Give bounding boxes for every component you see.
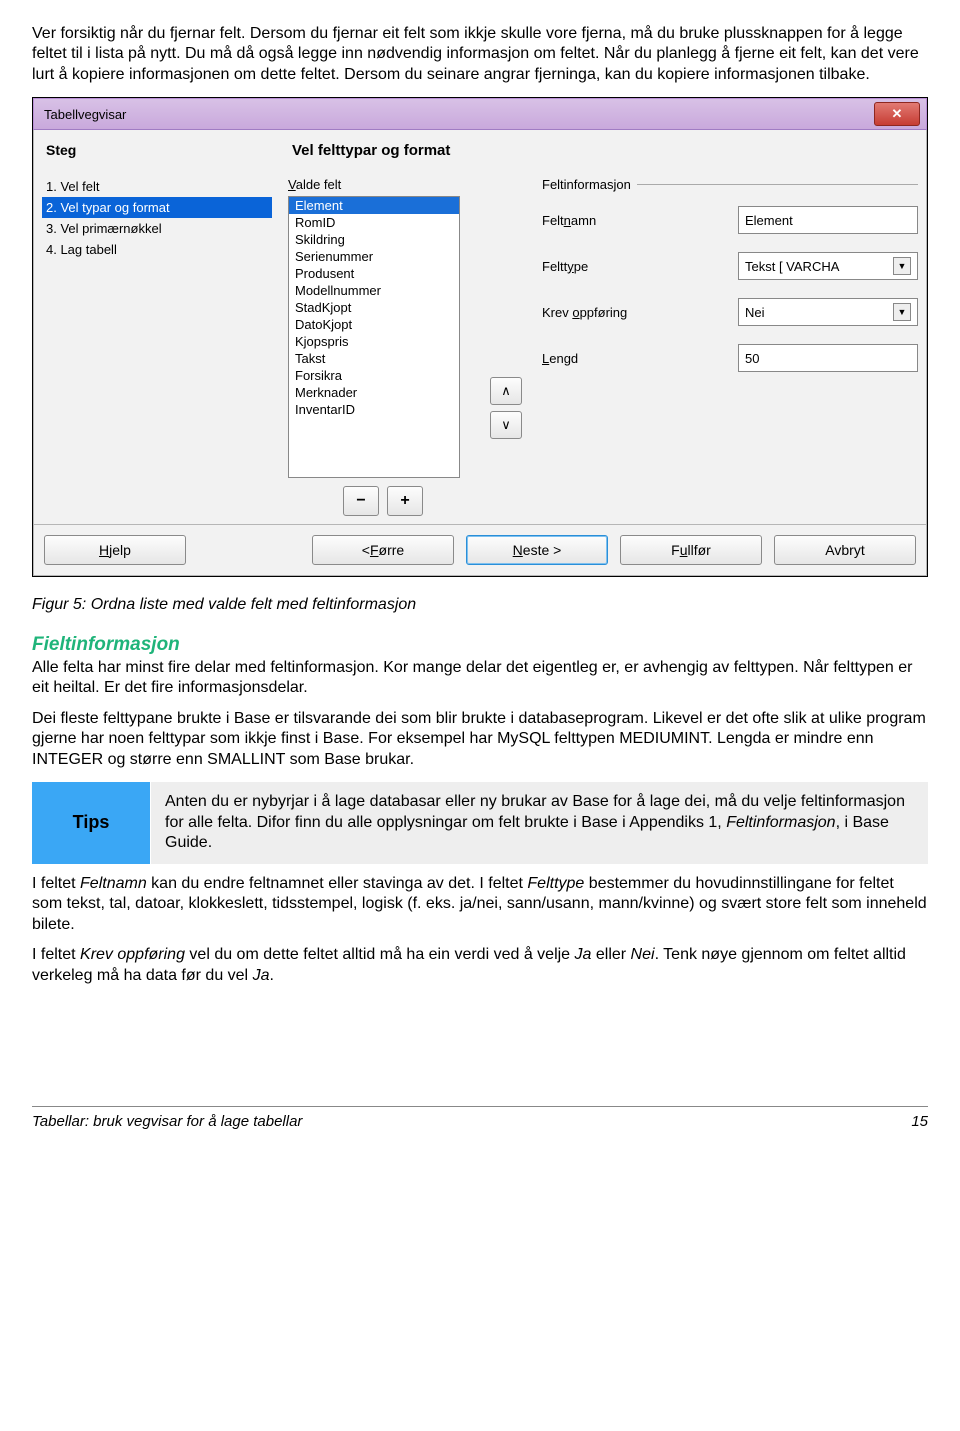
tips-label: Tips — [32, 782, 151, 863]
field-list[interactable]: Element RomID Skildring Serienummer Prod… — [288, 196, 460, 478]
field-item[interactable]: Takst — [289, 350, 459, 367]
feltnamn-label: Feltnamn — [542, 213, 722, 228]
body-paragraph: I feltet Feltnamn kan du endre feltnamne… — [32, 874, 928, 935]
remove-field-button[interactable]: − — [343, 486, 379, 516]
dialog-title: Tabellvegvisar — [44, 107, 126, 122]
chevron-down-icon: ∨ — [501, 417, 511, 433]
cancel-button[interactable]: Avbryt — [774, 535, 916, 565]
field-item[interactable]: Kjopspris — [289, 333, 459, 350]
step-1[interactable]: 1. Vel felt — [42, 176, 272, 197]
steps-panel: Steg 1. Vel felt 2. Vel typar og format … — [42, 136, 272, 516]
move-up-button[interactable]: ∧ — [490, 377, 522, 405]
dropdown-icon: ▼ — [893, 303, 911, 321]
dialog-body: Steg 1. Vel felt 2. Vel typar og format … — [33, 130, 927, 525]
field-item[interactable]: Modellnummer — [289, 282, 459, 299]
felttype-select[interactable]: Tekst [ VARCHA ▼ — [738, 252, 918, 280]
figure-caption: Figur 5: Ordna liste med valde felt med … — [32, 595, 928, 615]
dialog-titlebar: Tabellvegvisar ✕ — [33, 98, 927, 130]
move-down-button[interactable]: ∨ — [490, 411, 522, 439]
step-2[interactable]: 2. Vel typar og format — [42, 197, 272, 218]
add-field-button[interactable]: + — [387, 486, 423, 516]
field-item[interactable]: InventarID — [289, 401, 459, 418]
field-item[interactable]: Serienummer — [289, 248, 459, 265]
footer-title: Tabellar: bruk vegvisar for å lage tabel… — [32, 1113, 302, 1130]
krev-label: Krev oppføring — [542, 305, 722, 320]
lengd-input[interactable]: 50 — [738, 344, 918, 372]
field-item[interactable]: Element — [289, 197, 459, 214]
field-info-panel: Feltinformasjon Feltnamn Element Felttyp… — [542, 177, 918, 390]
krev-select[interactable]: Nei ▼ — [738, 298, 918, 326]
felttype-label: Felttype — [542, 259, 722, 274]
selected-fields-label: Valde felt — [288, 177, 478, 196]
intro-paragraph: Ver forsiktig når du fjernar felt. Derso… — [32, 24, 928, 85]
tips-body: Anten du er nybyrjar i å lage databasar … — [151, 782, 928, 863]
body-paragraph: Dei fleste felttypane brukte i Base er t… — [32, 709, 928, 770]
page-footer: Tabellar: bruk vegvisar for å lage tabel… — [32, 1106, 928, 1130]
steps-heading: Steg — [42, 136, 272, 176]
main-heading: Vel felttypar og format — [288, 136, 918, 177]
chevron-up-icon: ∧ — [501, 383, 511, 399]
close-button[interactable]: ✕ — [874, 102, 920, 126]
help-button[interactable]: Hjelp — [44, 535, 186, 565]
field-item[interactable]: Produsent — [289, 265, 459, 282]
field-item[interactable]: Skildring — [289, 231, 459, 248]
feltnamn-input[interactable]: Element — [738, 206, 918, 234]
field-item[interactable]: Merknader — [289, 384, 459, 401]
wizard-dialog: Tabellvegvisar ✕ Steg 1. Vel felt 2. Vel… — [32, 97, 928, 577]
finish-button[interactable]: Fullfør — [620, 535, 762, 565]
dialog-button-row: Hjelp < Førre Neste > Fullfør Avbryt — [33, 525, 927, 576]
step-4[interactable]: 4. Lag tabell — [42, 239, 272, 260]
field-item[interactable]: Forsikra — [289, 367, 459, 384]
close-icon: ✕ — [892, 106, 903, 122]
section-heading: Fieltinformasjon — [32, 634, 928, 656]
field-item[interactable]: DatoKjopt — [289, 316, 459, 333]
main-panel: Vel felttypar og format Valde felt Eleme… — [288, 136, 918, 516]
tips-box: Tips Anten du er nybyrjar i å lage datab… — [32, 782, 928, 863]
next-button[interactable]: Neste > — [466, 535, 608, 565]
page-number: 15 — [911, 1113, 928, 1130]
field-info-group-title: Feltinformasjon — [542, 177, 631, 192]
field-item[interactable]: RomID — [289, 214, 459, 231]
step-3[interactable]: 3. Vel primærnøkkel — [42, 218, 272, 239]
dropdown-icon: ▼ — [893, 257, 911, 275]
lengd-label: Lengd — [542, 351, 722, 366]
body-paragraph: I feltet Krev oppføring vel du om dette … — [32, 945, 928, 986]
field-item[interactable]: StadKjopt — [289, 299, 459, 316]
prev-button[interactable]: < Førre — [312, 535, 454, 565]
body-paragraph: Alle felta har minst fire delar med felt… — [32, 658, 928, 699]
